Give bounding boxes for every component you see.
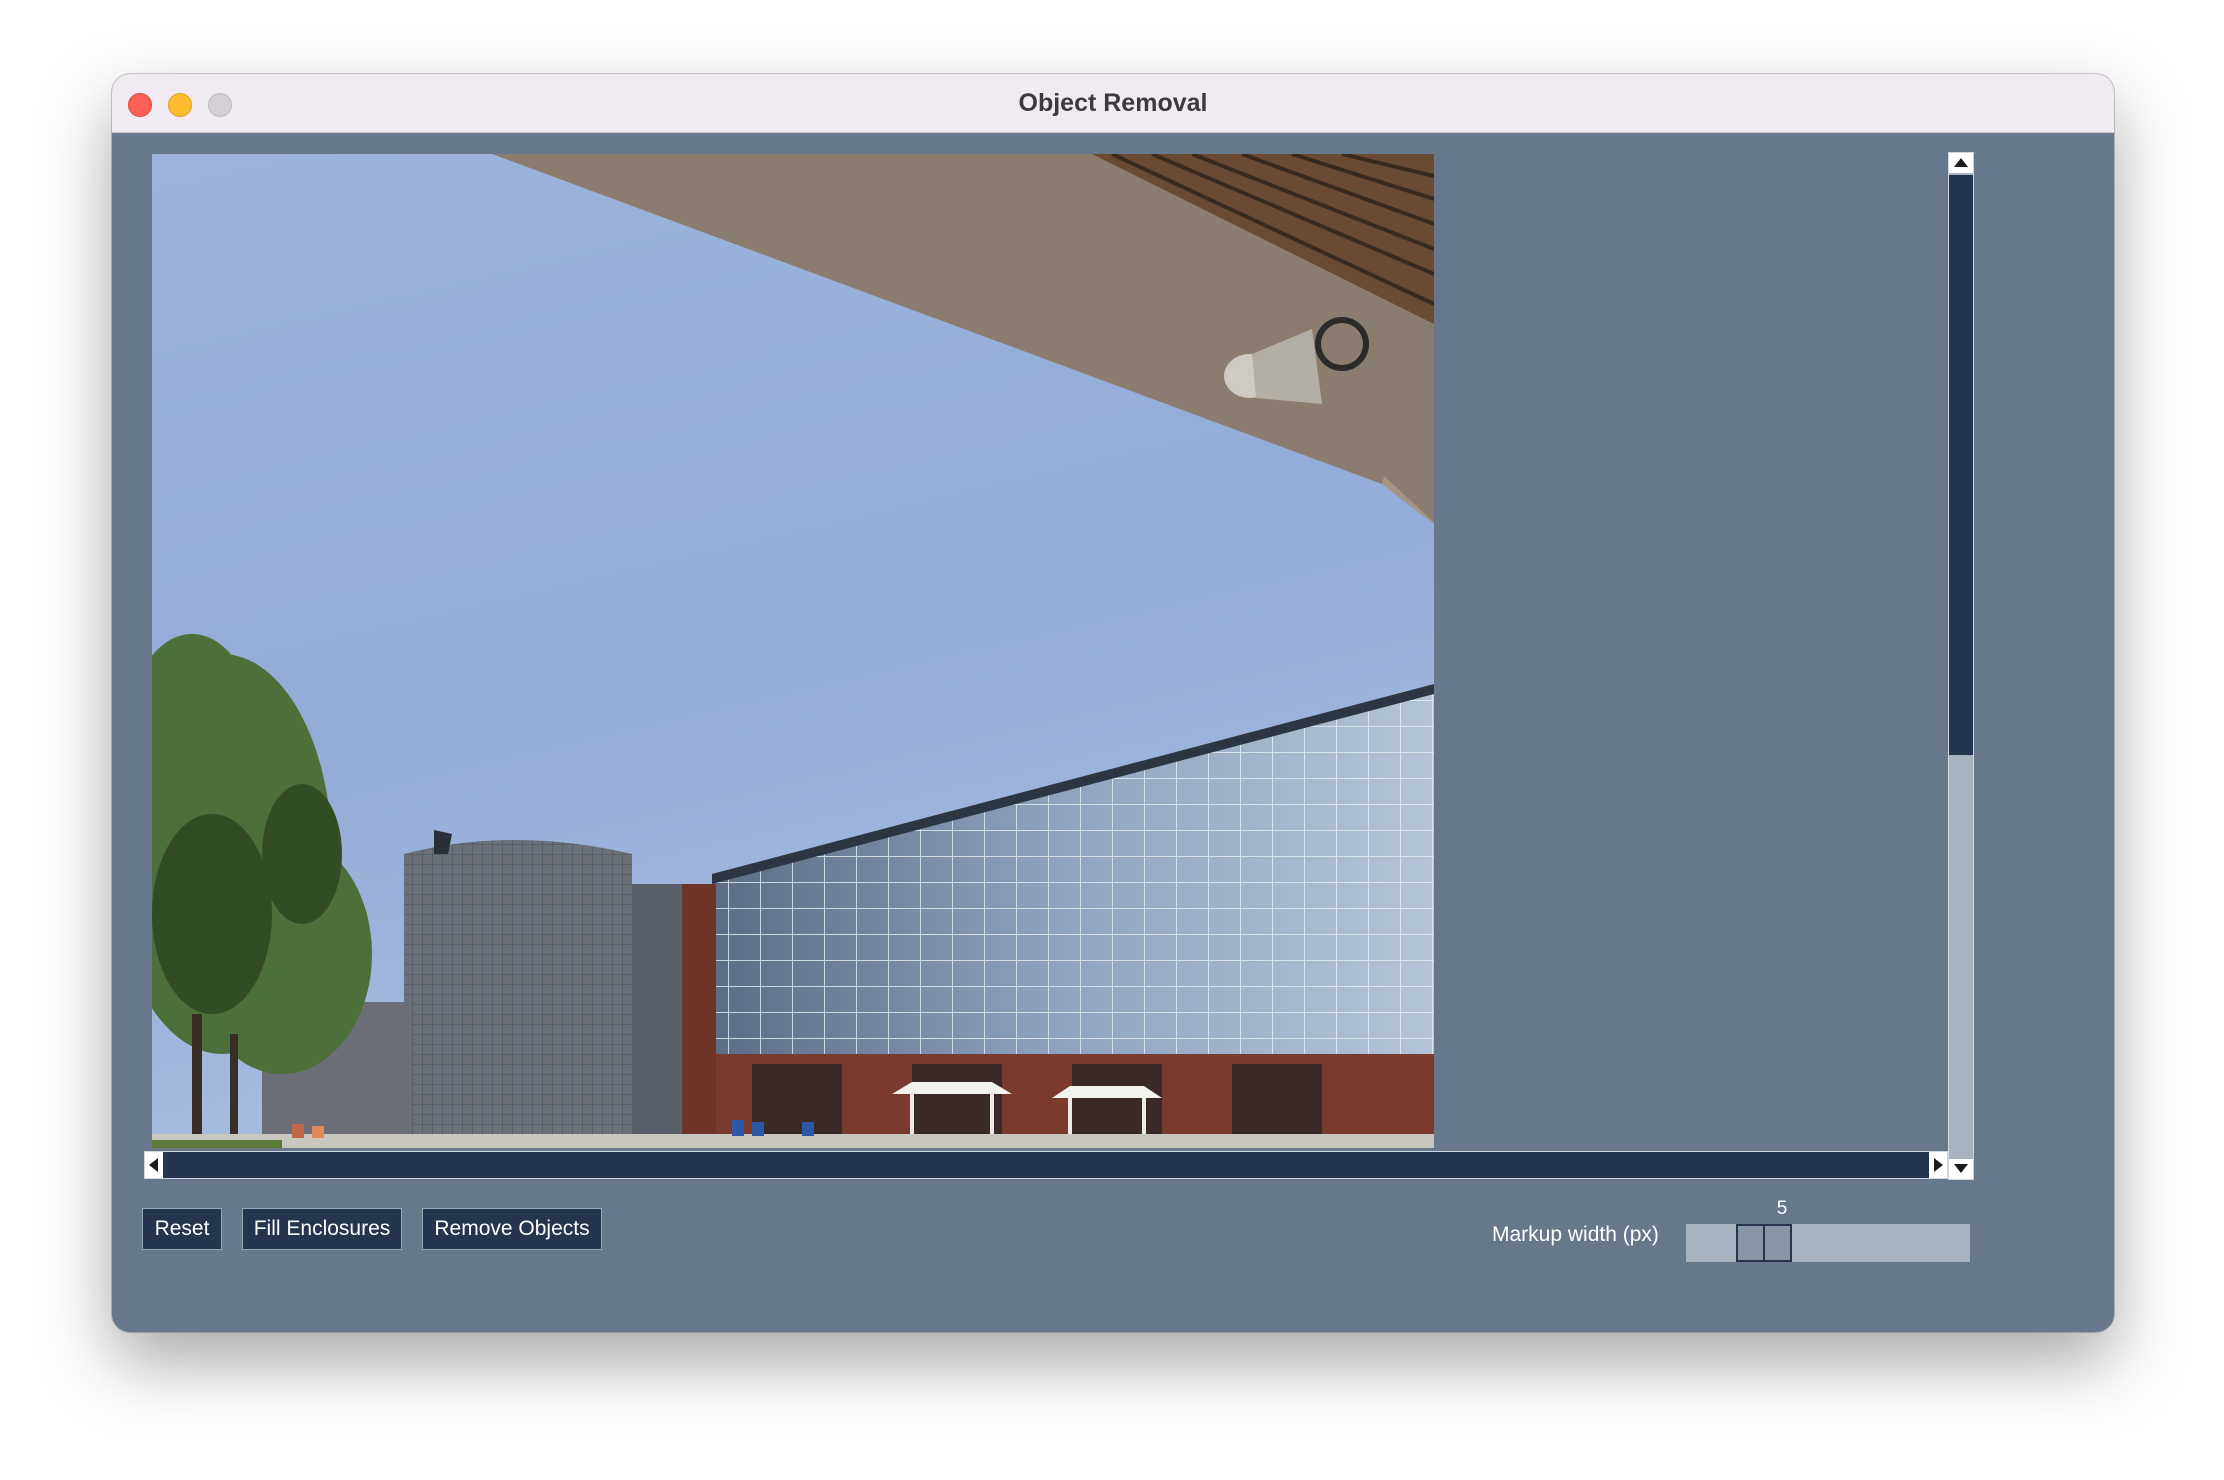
horizontal-scrollbar[interactable]: [144, 1151, 1948, 1179]
markup-width-label: Markup width (px): [1492, 1223, 1659, 1246]
scroll-down-arrow-icon[interactable]: [1949, 1159, 1973, 1179]
building-photo-image: [152, 154, 1434, 1148]
markup-width-slider[interactable]: [1686, 1224, 1970, 1262]
reset-button[interactable]: Reset: [142, 1208, 222, 1250]
scroll-left-arrow-icon[interactable]: [145, 1152, 163, 1178]
markup-width-slider-handle[interactable]: [1736, 1224, 1792, 1262]
scroll-up-arrow-icon[interactable]: [1949, 153, 1973, 173]
fill-enclosures-button[interactable]: Fill Enclosures: [242, 1208, 402, 1250]
title-bar: Object Removal: [112, 74, 2114, 133]
remove-objects-button[interactable]: Remove Objects: [422, 1208, 602, 1250]
vertical-scroll-thumb[interactable]: [1949, 175, 1973, 755]
photo-canvas[interactable]: [152, 154, 1434, 1148]
image-canvas-area[interactable]: [152, 154, 1946, 1148]
app-window: Object Removal Reset Fill Enclosures Rem…: [112, 74, 2114, 1332]
vertical-scrollbar[interactable]: [1948, 152, 1974, 1180]
slider-grip-icon: [1763, 1226, 1765, 1260]
scroll-right-arrow-icon[interactable]: [1929, 1152, 1947, 1178]
markup-width-value: 5: [1776, 1198, 1788, 1219]
window-title: Object Removal: [1018, 89, 1208, 117]
